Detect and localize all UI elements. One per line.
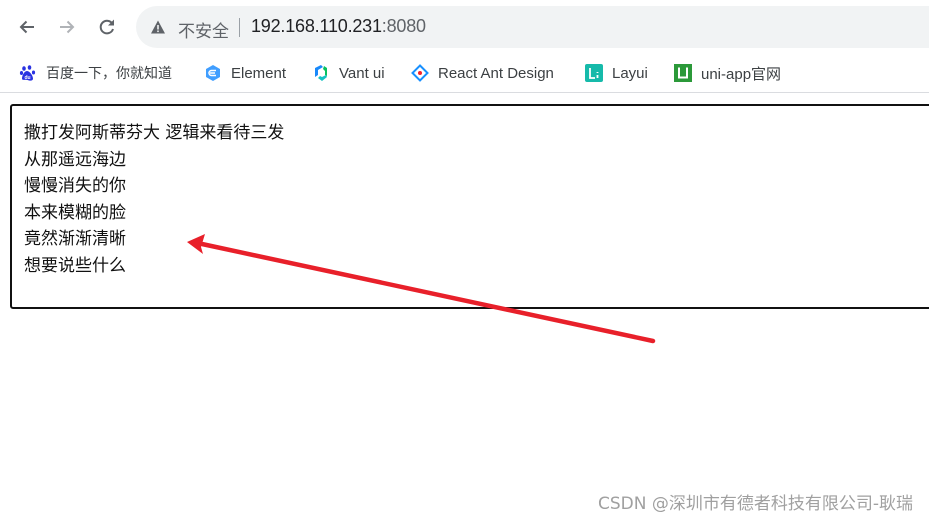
reload-icon: [99, 19, 114, 35]
uniapp-u-icon: [674, 64, 692, 82]
back-button[interactable]: [11, 11, 43, 43]
bookmarks-bar: du 百度一下，你就知道 Element Vant ui React Ant D…: [0, 54, 929, 93]
lyric-line: 从那遥远海边: [24, 149, 126, 170]
baidu-paw-icon: du: [19, 64, 37, 82]
bookmark-label: Layui: [612, 64, 648, 82]
url-port: :8080: [381, 16, 426, 36]
lyric-line: 撒打发阿斯蒂芬大 逻辑来看待三发: [24, 123, 285, 143]
svg-text:du: du: [24, 75, 30, 81]
arrow-left-icon: [19, 20, 34, 34]
reload-button[interactable]: [91, 11, 123, 43]
url-text[interactable]: 192.168.110.231:8080: [251, 16, 426, 37]
lyrics-container: 撒打发阿斯蒂芬大 逻辑来看待三发 从那遥远海边 慢慢消失的你 本来模糊的脸 竟然…: [10, 104, 929, 309]
bookmark-label: 百度一下，你就知道: [46, 66, 172, 82]
warning-triangle-icon[interactable]: [150, 19, 166, 35]
bookmark-label: Element: [231, 64, 287, 82]
ant-design-diamond-icon: [411, 64, 429, 82]
lyric-line: 本来模糊的脸: [24, 202, 126, 223]
security-status-label[interactable]: 不安全: [178, 17, 229, 42]
bookmark-label: uni-app官网: [701, 65, 782, 83]
bookmark-vant[interactable]: Vant ui: [312, 61, 385, 85]
bookmark-layui[interactable]: Layui: [585, 61, 648, 85]
bookmark-element[interactable]: Element: [204, 61, 286, 85]
bookmark-label: Vant ui: [339, 64, 385, 82]
omnibox-separator: [239, 18, 240, 37]
element-hexagon-icon: [204, 64, 222, 82]
bookmark-react-ant-design[interactable]: React Ant Design: [411, 61, 554, 85]
browser-toolbar: 不安全 192.168.110.231:8080: [0, 0, 929, 54]
lyric-line: 慢慢消失的你: [24, 176, 126, 196]
arrow-right-icon: [60, 20, 75, 34]
vant-icon: [312, 64, 330, 82]
bookmark-label: React Ant Design: [438, 64, 554, 82]
forward-button[interactable]: [51, 11, 83, 43]
bookmark-baidu[interactable]: du 百度一下，你就知道: [19, 61, 172, 85]
address-bar[interactable]: 不安全 192.168.110.231:8080: [136, 6, 929, 48]
bookmark-uniapp[interactable]: uni-app官网: [674, 61, 781, 85]
watermark: CSDN @深圳市有德者科技有限公司-耿瑞: [597, 494, 913, 514]
layui-icon: [585, 64, 603, 82]
lyric-line: 竟然渐渐清晰: [24, 229, 126, 249]
lyrics-text: 撒打发阿斯蒂芬大 逻辑来看待三发 从那遥远海边 慢慢消失的你 本来模糊的脸 竟然…: [24, 120, 284, 279]
url-host: 192.168.110.231: [251, 16, 382, 36]
lyric-line: 想要说些什么: [24, 255, 126, 276]
